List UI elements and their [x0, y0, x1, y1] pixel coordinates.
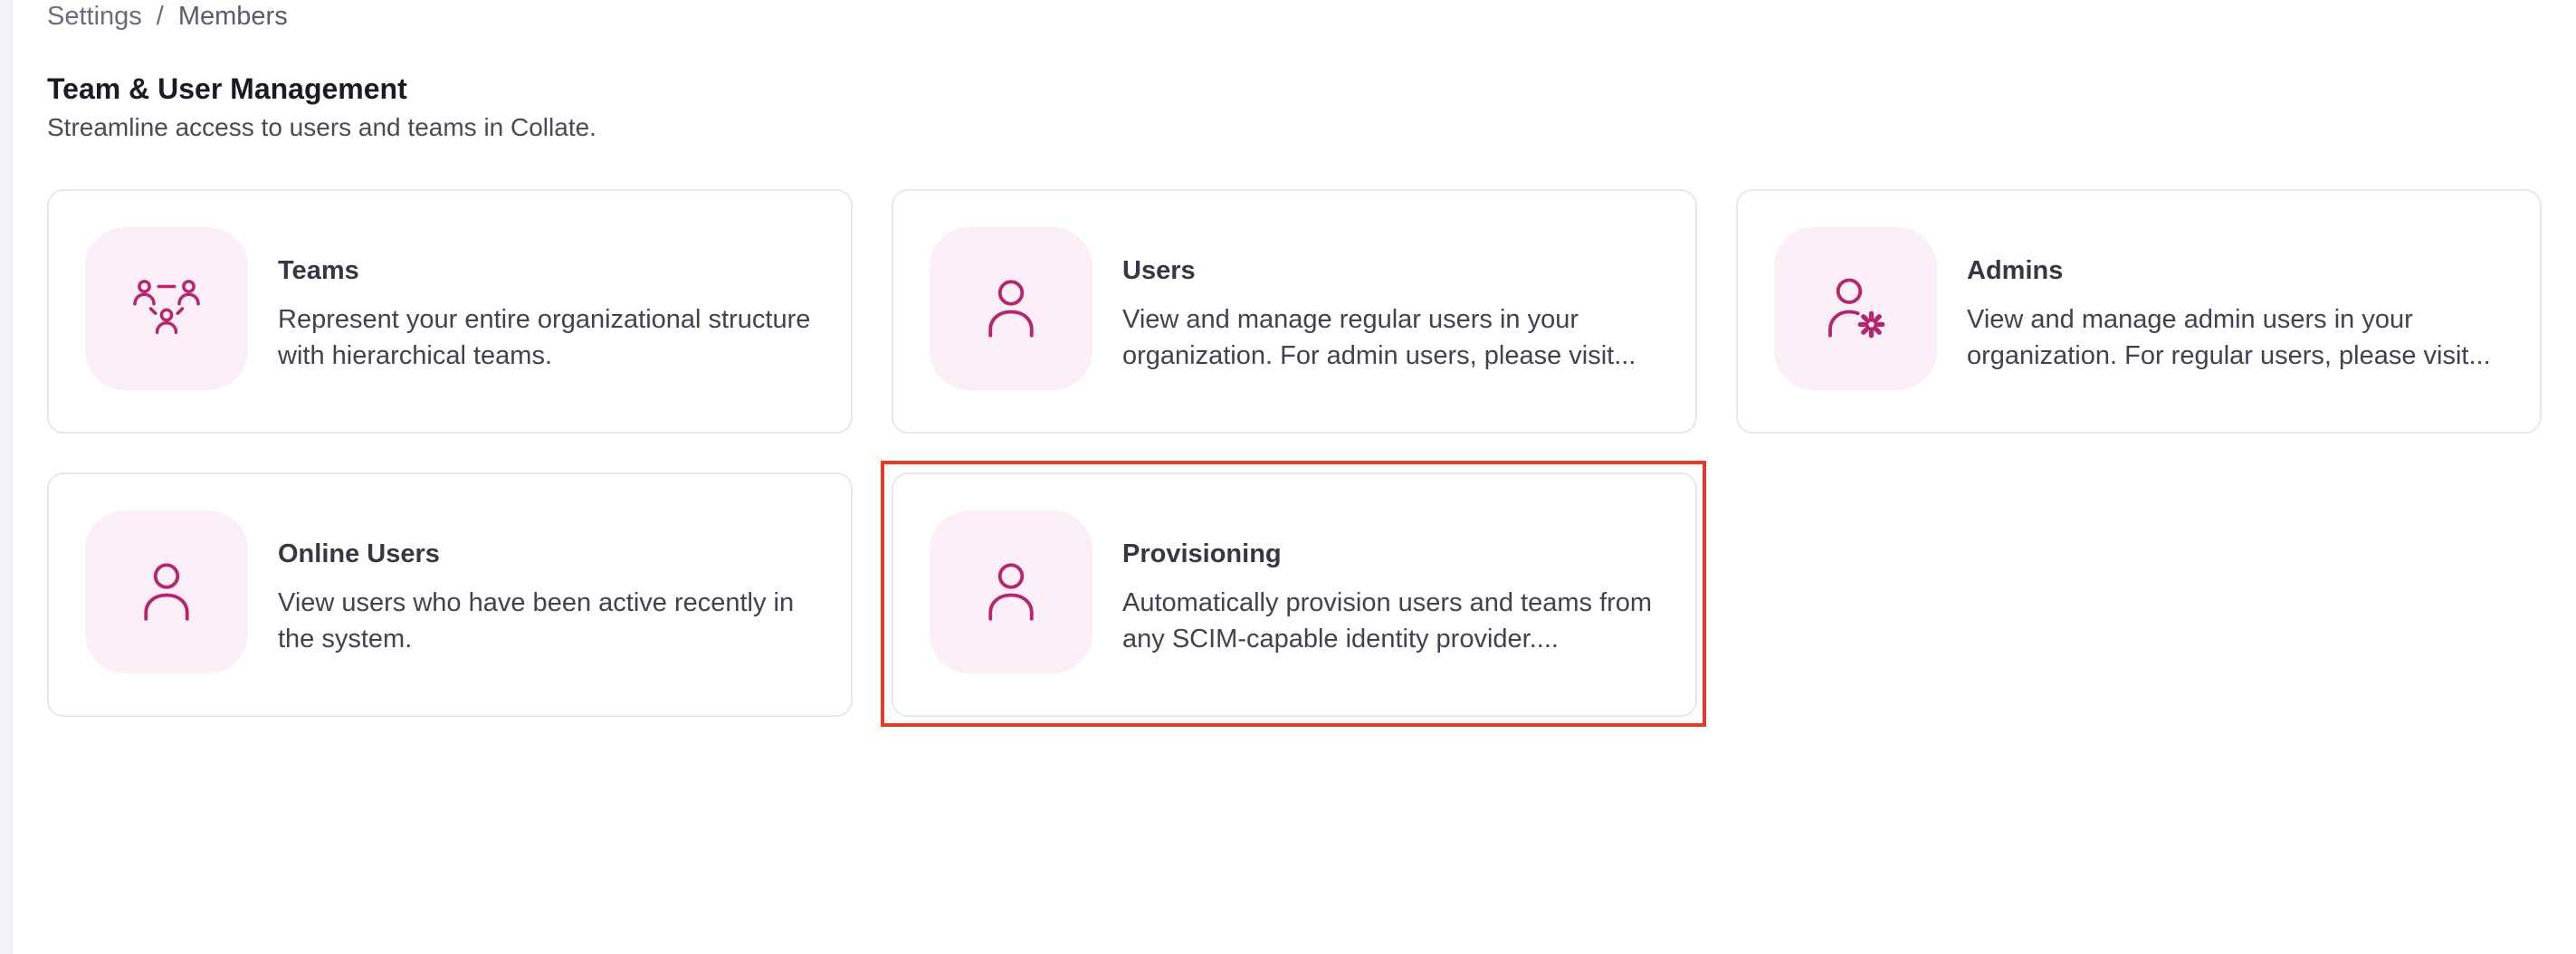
- teams-icon-container: [85, 227, 248, 390]
- user-icon: [988, 563, 1034, 621]
- provisioning-card[interactable]: Provisioning Automatically provision use…: [892, 472, 1697, 717]
- provisioning-card-title: Provisioning: [1122, 539, 1282, 568]
- left-rail: [0, 0, 20, 954]
- admins-icon-container: [1774, 227, 1937, 390]
- breadcrumb-separator: /: [156, 1, 164, 31]
- teams-card-title: Teams: [278, 256, 359, 285]
- page-title: Team & User Management: [47, 72, 407, 105]
- online-users-card[interactable]: Online Users View users who have been ac…: [47, 472, 853, 717]
- online-users-card-description: View users who have been active recently…: [278, 588, 795, 653]
- user-icon: [988, 280, 1034, 338]
- provisioning-icon-container: [930, 510, 1092, 673]
- page-subtitle: Streamline access to users and teams in …: [47, 113, 596, 141]
- users-icon-container: [930, 227, 1092, 390]
- breadcrumb-settings[interactable]: Settings: [47, 2, 142, 32]
- breadcrumb-members: Members: [177, 1, 288, 31]
- online-users-icon-container: [85, 510, 248, 673]
- online-users-card-title: Online Users: [278, 539, 440, 568]
- teams-card[interactable]: Teams Represent your entire organization…: [47, 189, 853, 434]
- users-card-description: View and manage regular users in your or…: [1122, 305, 1636, 370]
- admin-user-gear-icon: [1828, 278, 1885, 339]
- provisioning-card-description: Automatically provision users and teams …: [1122, 588, 1653, 653]
- admins-card-title: Admins: [1967, 256, 2064, 285]
- user-icon: [144, 563, 189, 621]
- left-rail-divider: [11, 0, 20, 954]
- admins-card[interactable]: Admins View and manage admin users in yo…: [1736, 189, 2542, 434]
- teams-card-description: Represent your entire organizational str…: [278, 305, 811, 370]
- users-card[interactable]: Users View and manage regular users in y…: [892, 189, 1697, 434]
- admins-card-description: View and manage admin users in your orga…: [1967, 305, 2491, 370]
- teams-icon: [133, 280, 200, 334]
- users-card-title: Users: [1122, 256, 1196, 285]
- breadcrumb: Settings / Members: [47, 0, 288, 33]
